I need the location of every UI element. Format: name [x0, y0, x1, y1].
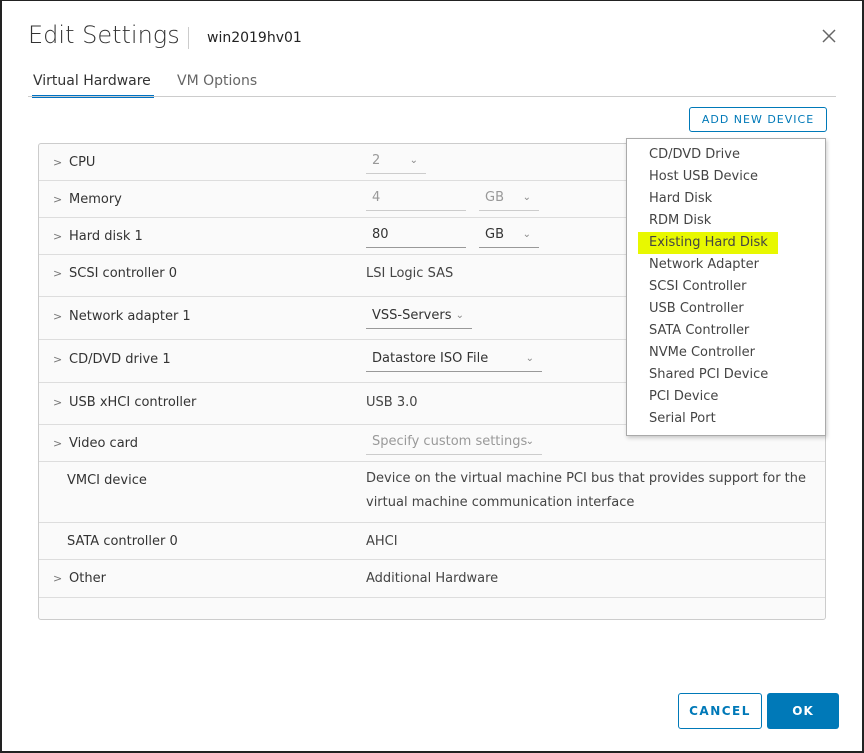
- chevron-down-icon: ⌄: [522, 192, 531, 203]
- hard-disk-unit-select[interactable]: GB ⌄: [479, 224, 539, 248]
- add-new-device-button[interactable]: ADD NEW DEVICE: [689, 107, 827, 132]
- sata-value: AHCI: [366, 534, 398, 549]
- row-label: SATA controller 0: [67, 534, 178, 549]
- vmci-description-line2: virtual machine communication interface: [366, 495, 635, 510]
- row-label: Other: [69, 571, 106, 586]
- chevron-right-icon[interactable]: >: [53, 193, 62, 206]
- row-sata-controller: SATA controller 0 AHCI: [39, 523, 825, 560]
- row-label: CD/DVD drive 1: [69, 352, 171, 367]
- menu-item-pci-device[interactable]: PCI Device: [638, 386, 728, 408]
- video-value: Specify custom settings: [372, 434, 528, 449]
- memory-unit: GB: [485, 190, 504, 205]
- menu-item-rdm-disk[interactable]: RDM Disk: [638, 210, 721, 232]
- hard-disk-size: 80: [372, 227, 389, 242]
- chevron-right-icon[interactable]: >: [53, 353, 62, 366]
- chevron-right-icon[interactable]: >: [53, 230, 62, 243]
- network-select[interactable]: VSS-Servers ⌄: [366, 305, 472, 329]
- menu-item-sata-controller[interactable]: SATA Controller: [638, 320, 759, 342]
- chevron-right-icon[interactable]: >: [53, 156, 62, 169]
- chevron-right-icon[interactable]: >: [53, 267, 62, 280]
- chevron-down-icon: ⌄: [409, 155, 418, 166]
- dialog-title: Edit Settings: [28, 21, 180, 49]
- chevron-down-icon: ⌄: [525, 353, 534, 364]
- add-device-menu: CD/DVD Drive Host USB Device Hard Disk RDM …: [626, 138, 826, 436]
- edit-settings-dialog: Edit Settings win2019hv01 Virtual Hardwa…: [2, 1, 862, 751]
- row-label: Memory: [69, 192, 122, 207]
- scsi-value: LSI Logic SAS: [366, 266, 454, 281]
- row-label: Network adapter 1: [69, 309, 191, 324]
- row-label: SCSI controller 0: [69, 266, 177, 281]
- network-value: VSS-Servers: [372, 308, 452, 323]
- menu-item-nvme-controller[interactable]: NVMe Controller: [638, 342, 765, 364]
- menu-item-network-adapter[interactable]: Network Adapter: [638, 254, 769, 276]
- cpu-select[interactable]: 2 ⌄: [366, 150, 426, 174]
- ok-button[interactable]: OK: [767, 693, 839, 729]
- memory-value: 4: [372, 190, 381, 205]
- chevron-right-icon[interactable]: >: [53, 437, 62, 450]
- tab-virtual-hardware[interactable]: Virtual Hardware: [32, 73, 154, 98]
- row-vmci-device: VMCI device Device on the virtual machin…: [39, 462, 825, 523]
- row-label: Hard disk 1: [69, 229, 143, 244]
- menu-item-hard-disk[interactable]: Hard Disk: [638, 188, 722, 210]
- chevron-down-icon: ⌄: [525, 436, 534, 447]
- tab-vm-options[interactable]: VM Options: [177, 73, 257, 95]
- row-label: USB xHCI controller: [69, 395, 197, 410]
- tab-divider: [28, 96, 836, 97]
- menu-item-serial-port[interactable]: Serial Port: [638, 408, 726, 430]
- cancel-button[interactable]: CANCEL: [678, 693, 762, 729]
- close-icon[interactable]: [820, 27, 838, 45]
- menu-item-usb-controller[interactable]: USB Controller: [638, 298, 754, 320]
- cd-dvd-select[interactable]: Datastore ISO File ⌄: [366, 348, 542, 372]
- menu-item-scsi-controller[interactable]: SCSI Controller: [638, 276, 757, 298]
- vm-name: win2019hv01: [207, 30, 302, 46]
- hard-disk-size-input[interactable]: 80: [366, 224, 466, 248]
- row-label: CPU: [69, 155, 96, 170]
- row-label: Video card: [69, 436, 139, 451]
- other-value: Additional Hardware: [366, 571, 499, 586]
- cpu-value: 2: [372, 153, 381, 168]
- memory-input[interactable]: 4: [366, 187, 466, 211]
- hard-disk-unit: GB: [485, 227, 504, 242]
- menu-item-existing-hard-disk[interactable]: Existing Hard Disk: [638, 232, 778, 254]
- menu-item-cd-dvd-drive[interactable]: CD/DVD Drive: [638, 144, 750, 166]
- memory-unit-select[interactable]: GB ⌄: [479, 187, 539, 211]
- vmci-description-line1: Device on the virtual machine PCI bus th…: [366, 471, 807, 486]
- menu-item-shared-pci-device[interactable]: Shared PCI Device: [638, 364, 778, 386]
- cd-dvd-value: Datastore ISO File: [372, 351, 489, 366]
- chevron-right-icon[interactable]: >: [53, 572, 62, 585]
- chevron-right-icon[interactable]: >: [53, 396, 62, 409]
- row-other[interactable]: > Other Additional Hardware: [39, 560, 825, 598]
- title-divider: [188, 27, 189, 49]
- video-card-select[interactable]: Specify custom settings ⌄: [366, 431, 542, 455]
- chevron-down-icon: ⌄: [455, 310, 464, 321]
- chevron-right-icon[interactable]: >: [53, 310, 62, 323]
- chevron-down-icon: ⌄: [522, 229, 531, 240]
- menu-item-host-usb-device[interactable]: Host USB Device: [638, 166, 768, 188]
- usb-value: USB 3.0: [366, 395, 418, 410]
- row-label: VMCI device: [67, 473, 147, 488]
